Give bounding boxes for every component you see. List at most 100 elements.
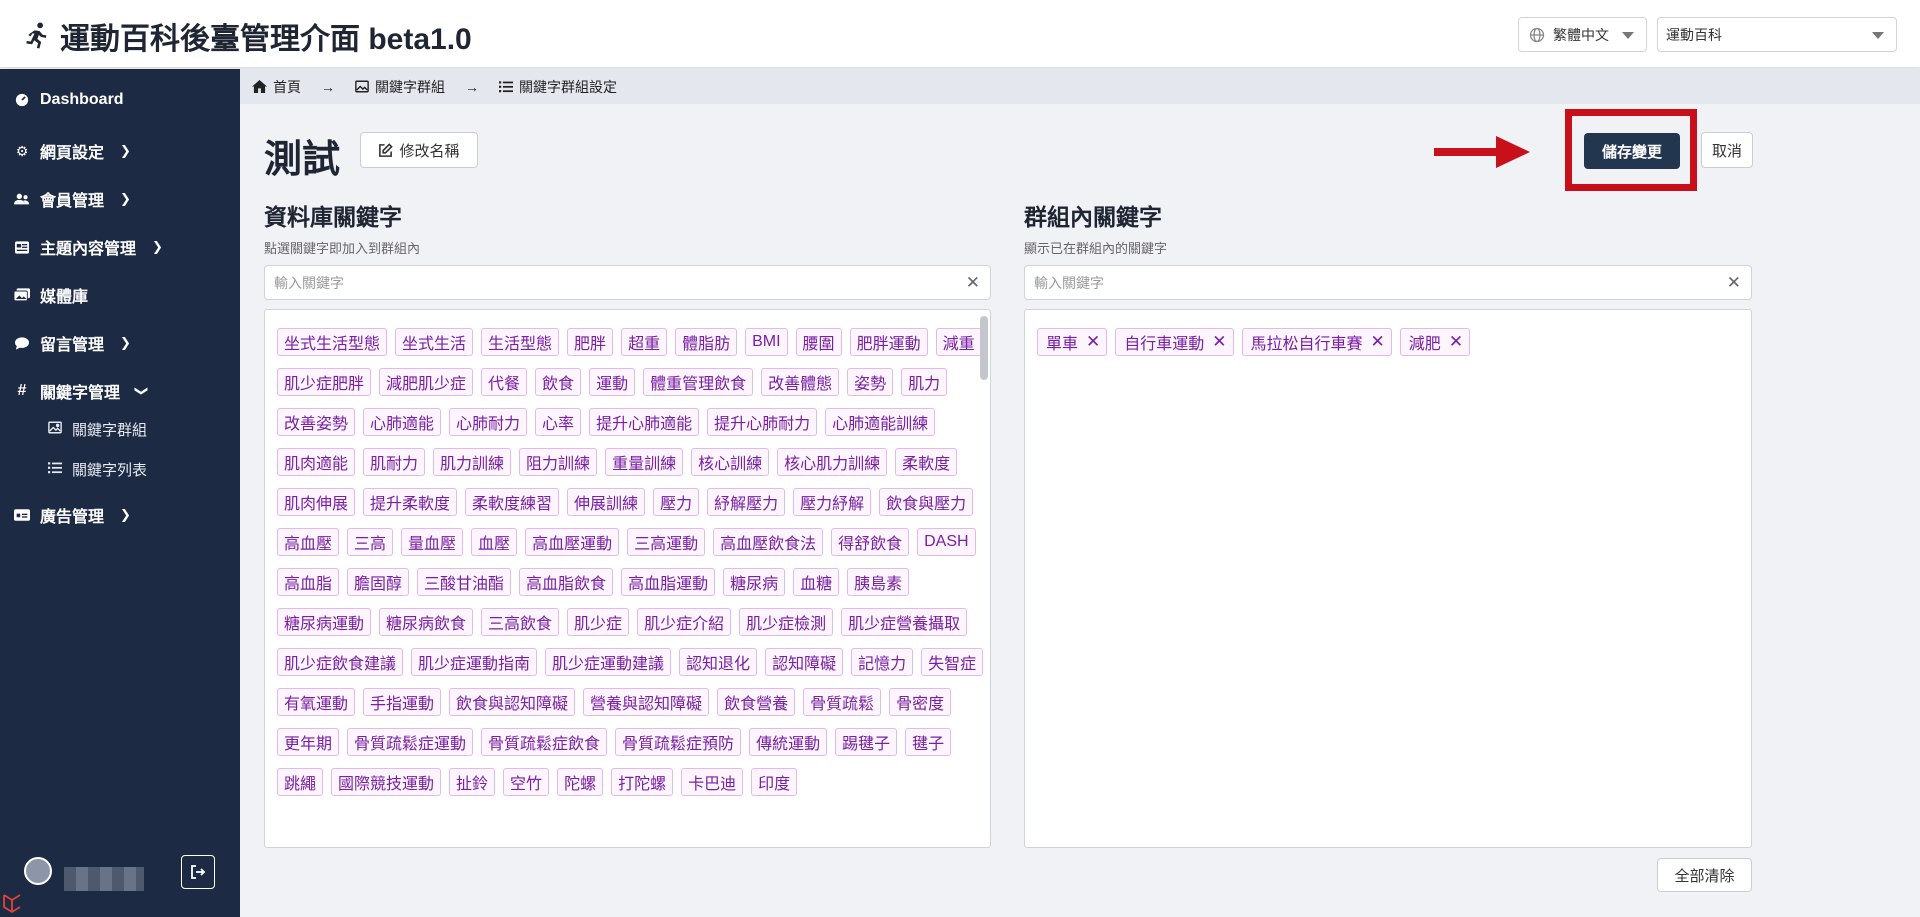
keyword-tag[interactable]: 心率 (535, 408, 582, 436)
keyword-tag[interactable]: 飲食與壓力 (879, 488, 974, 516)
language-select[interactable]: 繁體中文 (1518, 17, 1647, 52)
keyword-tag[interactable]: DASH (917, 528, 976, 556)
keyword-tag[interactable]: 重量訓練 (605, 448, 684, 476)
keyword-tag[interactable]: 膽固醇 (347, 568, 410, 596)
avatar[interactable] (24, 857, 52, 885)
cancel-button[interactable]: 取消 (1701, 132, 1753, 168)
keyword-tag[interactable]: 血壓 (471, 528, 518, 556)
keyword-tag[interactable]: 肥胖運動 (849, 328, 928, 356)
keyword-tag[interactable]: 毽子 (905, 728, 952, 756)
sidebar-subitem-keyword-list[interactable]: 關鍵字列表 (48, 459, 147, 480)
keyword-tag[interactable]: 伸展訓練 (567, 488, 646, 516)
keyword-tag[interactable]: 肌少症 (567, 608, 630, 636)
sidebar-item-comments[interactable]: 留言管理 ❯ (14, 331, 131, 355)
keyword-tag[interactable]: 壓力 (653, 488, 700, 516)
keyword-tag[interactable]: 肌少症飲食建議 (277, 648, 404, 676)
keyword-tag[interactable]: 三高運動 (627, 528, 706, 556)
save-button[interactable]: 儲存變更 (1584, 133, 1680, 169)
clear-all-button[interactable]: 全部清除 (1657, 858, 1752, 892)
keyword-tag[interactable]: 骨質疏鬆症預防 (615, 728, 742, 756)
keyword-tag[interactable]: 阻力訓練 (519, 448, 598, 476)
keyword-tag[interactable]: 坐式生活型態 (277, 328, 388, 356)
sidebar-item-content[interactable]: 主題內容管理 ❯ (14, 235, 163, 259)
keyword-tag[interactable]: 壓力紓解 (793, 488, 872, 516)
keyword-tag[interactable]: 心肺耐力 (449, 408, 528, 436)
keyword-tag[interactable]: 紓解壓力 (707, 488, 786, 516)
keyword-tag[interactable]: 認知退化 (679, 648, 758, 676)
keyword-tag[interactable]: 肌少症運動指南 (411, 648, 538, 676)
keyword-tag[interactable]: 營養與認知障礙 (583, 688, 710, 716)
keyword-tag[interactable]: 印度 (751, 768, 798, 796)
keyword-tag[interactable]: 骨質疏鬆症運動 (347, 728, 474, 756)
keyword-tag[interactable]: 超重 (621, 328, 668, 356)
keyword-tag[interactable]: 傳統運動 (749, 728, 828, 756)
keyword-tag[interactable]: 高血壓運動 (525, 528, 620, 556)
keyword-tag[interactable]: 改善體態 (761, 368, 840, 396)
remove-keyword-icon[interactable]: ✕ (1086, 332, 1100, 352)
keyword-tag[interactable]: 骨質疏鬆 (803, 688, 882, 716)
sidebar-item-ads[interactable]: 廣告管理 ❯ (14, 503, 131, 527)
keyword-tag[interactable]: 體脂肪 (675, 328, 738, 356)
keyword-tag[interactable]: 減重 (935, 328, 982, 356)
keyword-tag[interactable]: 三高飲食 (481, 608, 560, 636)
keyword-tag[interactable]: 空竹 (503, 768, 550, 796)
keyword-tag[interactable]: 肌少症運動建議 (545, 648, 672, 676)
keyword-tag[interactable]: 肌少症營養攝取 (841, 608, 968, 636)
keyword-tag[interactable]: 運動 (589, 368, 636, 396)
sidebar-item-members[interactable]: 會員管理 ❯ (14, 187, 131, 211)
keyword-tag[interactable]: 陀螺 (557, 768, 604, 796)
keyword-tag[interactable]: 柔軟度 (895, 448, 958, 476)
keyword-tag[interactable]: 核心肌力訓練 (777, 448, 888, 476)
sidebar-item-media[interactable]: 媒體庫 (14, 283, 88, 307)
keyword-tag[interactable]: BMI (745, 328, 788, 356)
keyword-tag[interactable]: 體重管理飲食 (643, 368, 754, 396)
keyword-tag[interactable]: 提升柔軟度 (363, 488, 458, 516)
keyword-tag[interactable]: 胰島素 (847, 568, 910, 596)
keyword-tag[interactable]: 肌力訓練 (433, 448, 512, 476)
keyword-tag[interactable]: 骨密度 (889, 688, 952, 716)
keyword-tag[interactable]: 卡巴迪 (681, 768, 744, 796)
keyword-tag[interactable]: 跳繩 (277, 768, 324, 796)
clear-icon[interactable]: ✕ (966, 273, 980, 293)
keyword-tag[interactable]: 心肺適能 (363, 408, 442, 436)
keyword-tag[interactable]: 飲食 (535, 368, 582, 396)
keyword-tag[interactable]: 減肥肌少症 (379, 368, 474, 396)
keyword-tag[interactable]: 高血壓飲食法 (713, 528, 824, 556)
sidebar-subitem-keyword-groups[interactable]: 關鍵字群組 (48, 419, 147, 440)
keyword-tag[interactable]: 肌少症肥胖 (277, 368, 372, 396)
keyword-tag[interactable]: 三酸甘油酯 (417, 568, 512, 596)
keyword-tag[interactable]: 高血脂飲食 (519, 568, 614, 596)
keyword-tag[interactable]: 提升心肺耐力 (707, 408, 818, 436)
keyword-tag[interactable]: 飲食營養 (717, 688, 796, 716)
keyword-tag[interactable]: 代餐 (481, 368, 528, 396)
keyword-tag[interactable]: 肌少症檢測 (739, 608, 834, 636)
logout-button[interactable] (181, 855, 215, 889)
keyword-tag[interactable]: 更年期 (277, 728, 340, 756)
keyword-tag[interactable]: 糖尿病飲食 (379, 608, 474, 636)
scrollbar-thumb[interactable] (980, 316, 988, 380)
keyword-tag[interactable]: 高血脂運動 (621, 568, 716, 596)
keyword-tag[interactable]: 糖尿病 (723, 568, 786, 596)
keyword-tag[interactable]: 姿勢 (847, 368, 894, 396)
database-search-input[interactable]: 輸入關鍵字 ✕ (264, 265, 991, 300)
keyword-tag[interactable]: 得舒飲食 (831, 528, 910, 556)
keyword-tag[interactable]: 有氧運動 (277, 688, 356, 716)
keyword-tag[interactable]: 認知障礙 (765, 648, 844, 676)
keyword-tag[interactable]: 糖尿病運動 (277, 608, 372, 636)
keyword-tag[interactable]: 肌耐力 (363, 448, 426, 476)
keyword-tag[interactable]: 踢毽子 (835, 728, 898, 756)
keyword-tag[interactable]: 腰圍 (795, 328, 842, 356)
keyword-tag[interactable]: 國際競技運動 (331, 768, 442, 796)
breadcrumb-home[interactable]: 首頁 (252, 77, 301, 97)
keyword-tag[interactable]: 柔軟度練習 (465, 488, 560, 516)
remove-keyword-icon[interactable]: ✕ (1371, 332, 1385, 352)
keyword-tag[interactable]: 改善姿勢 (277, 408, 356, 436)
keyword-tag[interactable]: 血糖 (793, 568, 840, 596)
keyword-tag[interactable]: 手指運動 (363, 688, 442, 716)
sidebar-item-keywords[interactable]: # 關鍵字管理 ❯ (14, 379, 150, 403)
keyword-tag[interactable]: 生活型態 (481, 328, 560, 356)
keyword-tag[interactable]: 量血壓 (401, 528, 464, 556)
keyword-tag[interactable]: 三高 (347, 528, 394, 556)
keyword-tag[interactable]: 核心訓練 (691, 448, 770, 476)
group-search-input[interactable]: 輸入關鍵字 ✕ (1024, 265, 1752, 300)
